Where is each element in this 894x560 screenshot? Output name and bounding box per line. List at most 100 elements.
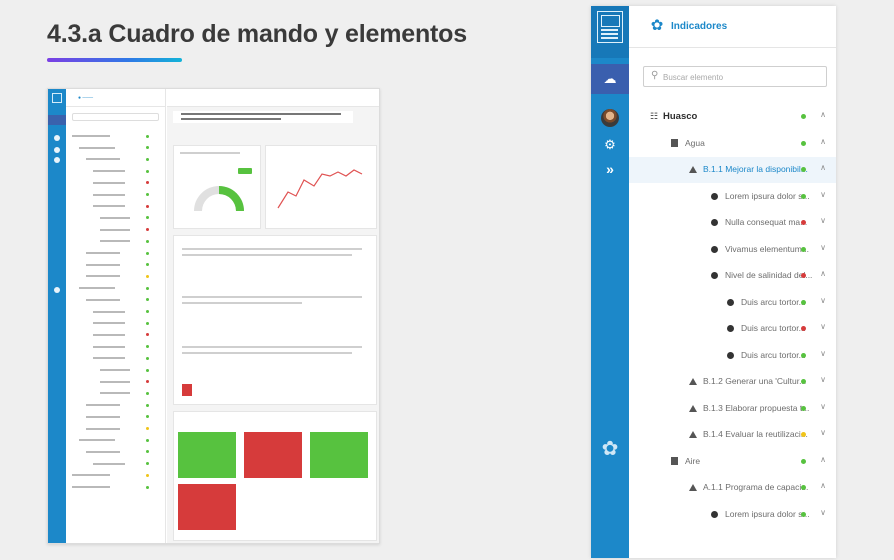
chevron-down-icon[interactable]: ∨ [817, 216, 829, 225]
status-dot [801, 273, 806, 278]
preview-status-dot [146, 146, 149, 150]
preview-status-dot [146, 368, 149, 372]
preview-status-dot [146, 239, 149, 243]
slide-title: 4.3.a Cuadro de mando y elementos [47, 20, 467, 48]
double-chevron-icon[interactable]: » [591, 156, 629, 182]
bullet-icon [727, 351, 734, 359]
preview-tree-row [72, 474, 110, 477]
preview-status-dot [146, 134, 149, 138]
tree-item[interactable]: Duis arcu tortor... ∨ [629, 316, 836, 342]
preview-status-dot [146, 345, 149, 349]
preview-tree-row [86, 298, 120, 301]
preview-status-dot [146, 415, 149, 419]
tree-item[interactable]: B.1.4 Evaluar la reutilizaci... ∨ [629, 422, 836, 448]
status-dot [801, 511, 806, 517]
preview-status-dot [146, 193, 149, 196]
user-avatar[interactable] [601, 109, 619, 127]
preview-status-dot [146, 157, 149, 161]
tree-item[interactable]: Duis arcu tortor... ∨ [629, 343, 836, 369]
preview-tree-row [100, 380, 130, 383]
tree-item-label: Vivamus elementum... [725, 243, 809, 254]
tree-item[interactable]: Vivamus elementum... ∨ [629, 237, 836, 263]
bullet-icon [711, 510, 718, 518]
chevron-up-icon[interactable]: ∧ [817, 163, 829, 172]
chevron-up-icon[interactable]: ∧ [817, 455, 829, 464]
status-dot [801, 379, 806, 384]
preview-tree-row [93, 310, 125, 313]
preview-status-dot [146, 473, 149, 477]
square-icon [671, 456, 678, 465]
status-dot [801, 114, 806, 119]
preview-status-dot [146, 169, 149, 173]
chevron-down-icon[interactable]: ∨ [817, 428, 829, 437]
preview-tree: ● ─── [66, 89, 166, 543]
preview-tree-row [93, 193, 125, 196]
search-box[interactable]: ⚲ [643, 66, 827, 87]
side-rail: ☁ ⚙ » ✿ [591, 6, 629, 558]
tree-item-label: Duis arcu tortor... [741, 296, 806, 307]
preview-status-dot [146, 403, 149, 407]
preview-tree-row [93, 170, 125, 173]
settings-icon[interactable]: ⚙ [591, 132, 629, 158]
chevron-down-icon[interactable]: ∨ [817, 375, 829, 384]
status-dot [801, 485, 806, 490]
bullet-icon [711, 219, 718, 226]
chevron-down-icon[interactable]: ∨ [817, 322, 829, 331]
preview-tree-row [93, 345, 125, 348]
chevron-up-icon[interactable]: ∧ [817, 481, 829, 490]
preview-status-dot [146, 380, 149, 384]
chevron-down-icon[interactable]: ∨ [817, 190, 829, 199]
tree-item-label: Aire [685, 455, 701, 466]
chevron-down-icon[interactable]: ∨ [817, 243, 829, 252]
preview-tree-row [86, 404, 120, 407]
search-input[interactable] [663, 70, 813, 84]
preview-tree-row [93, 357, 125, 360]
tree-item-label: Lorem ipsura dolor s... [725, 190, 810, 201]
home-button[interactable] [591, 6, 629, 58]
preview-status-dot [146, 462, 149, 466]
tree-item[interactable]: B.1.1 Mejorar la disponibil... ∧ [629, 157, 836, 183]
preview-tree-row [86, 415, 120, 418]
preview-tree-row [100, 216, 130, 219]
tree-item[interactable]: Aire ∧ [629, 449, 836, 475]
preview-tree-row [79, 439, 115, 442]
preview-tree-row [72, 135, 110, 137]
tree-item[interactable]: ☷ Huasco ∧ [629, 104, 836, 130]
bullet-icon [711, 272, 718, 279]
preview-tree-row [100, 228, 130, 231]
tree-item[interactable]: B.1.3 Elaborar propuesta t... ∨ [629, 396, 836, 422]
tree-item[interactable]: Nulla consequat ma... ∨ [629, 210, 836, 236]
tree-item[interactable]: B.1.2 Generar una 'Cultur... ∨ [629, 369, 836, 395]
preview-status-dot [146, 427, 149, 430]
tree-item[interactable]: Lorem ipsura dolor s... ∨ [629, 502, 836, 528]
chevron-down-icon[interactable]: ∨ [817, 349, 829, 358]
chevron-down-icon[interactable]: ∨ [817, 508, 829, 517]
tree-item-label: Duis arcu tortor... [741, 349, 806, 360]
tree-item[interactable]: Nivel de salinidad del... ∧ [629, 263, 836, 289]
chevron-up-icon[interactable]: ∧ [817, 269, 829, 278]
tree-item-label: A.1.1 Programa de capaci... [703, 482, 809, 492]
status-dot [801, 432, 806, 437]
chevron-up-icon[interactable]: ∧ [817, 137, 829, 146]
bullet-icon [727, 325, 734, 332]
preview-tree-row [93, 462, 125, 465]
chevron-down-icon[interactable]: ∨ [817, 296, 829, 305]
tree-item[interactable]: Duis arcu tortor... ∨ [629, 290, 836, 316]
preview-status-dot [146, 391, 149, 395]
status-dot [801, 352, 806, 358]
preview-tree-row [100, 392, 130, 395]
preview-tree-row [86, 275, 120, 278]
tree-item-label: B.1.1 Mejorar la disponibil... [703, 164, 808, 174]
preview-tree-row [93, 322, 125, 325]
tree-item-label: B.1.3 Elaborar propuesta t... [703, 402, 810, 413]
preview-tree-row [93, 181, 125, 184]
tree-item[interactable]: Agua ∧ [629, 131, 836, 157]
cloud-icon[interactable]: ☁ [591, 66, 629, 92]
preview-tree-row [86, 158, 120, 161]
preview-status-dot [146, 485, 149, 489]
chevron-up-icon[interactable]: ∧ [817, 110, 829, 119]
tree-item[interactable]: Lorem ipsura dolor s... ∨ [629, 184, 836, 210]
chevron-down-icon[interactable]: ∨ [817, 402, 829, 411]
tree-item[interactable]: A.1.1 Programa de capaci... ∧ [629, 475, 836, 501]
preview-tree-row [100, 369, 130, 371]
